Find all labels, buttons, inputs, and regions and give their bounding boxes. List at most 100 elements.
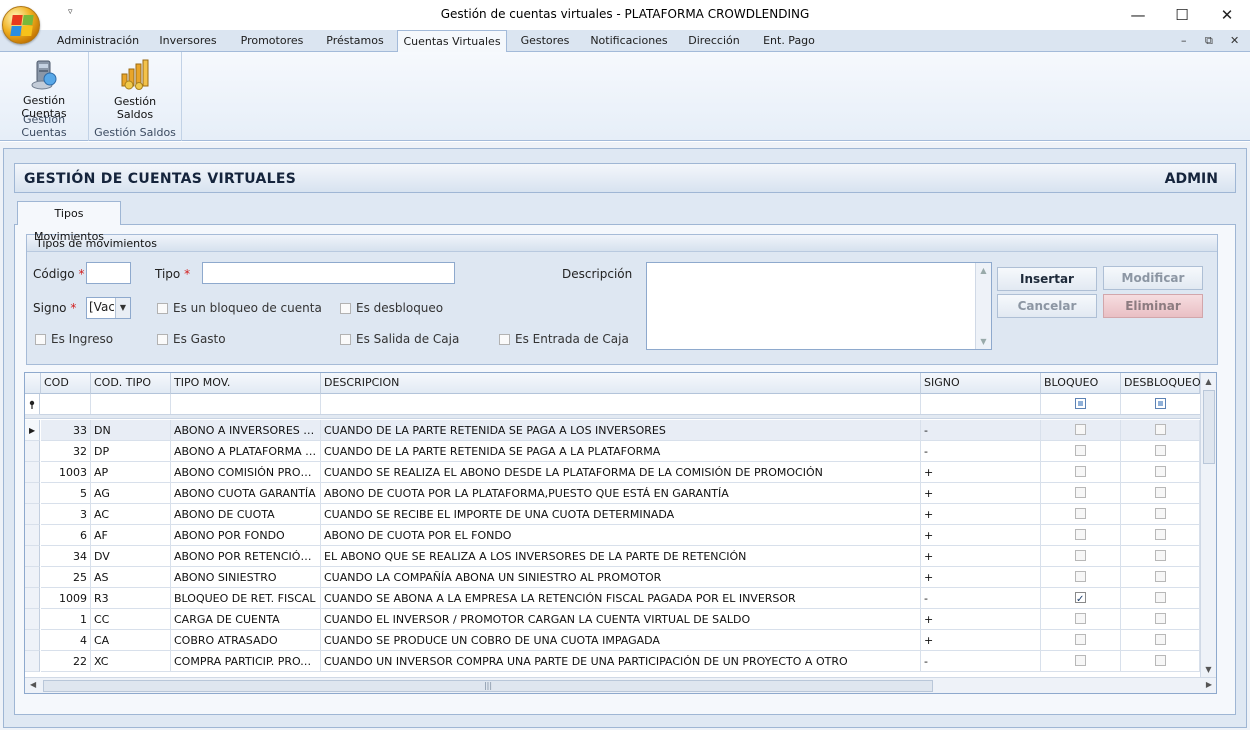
cell-cod[interactable]: 1009 (41, 588, 91, 609)
cell-cod[interactable]: 33 (41, 420, 91, 441)
cell-descripcion[interactable]: CUANDO DE LA PARTE RETENIDA SE PAGA A LA… (321, 441, 921, 462)
cell-signo[interactable]: + (921, 567, 1041, 588)
desbloqueo-checkbox[interactable] (1155, 508, 1166, 519)
bloqueo-checkbox[interactable] (1075, 550, 1086, 561)
scroll-up-icon[interactable]: ▲ (1201, 377, 1216, 386)
col-header-desbloqueo[interactable]: DESBLOQUEO (1121, 373, 1201, 394)
cancelar-button[interactable]: Cancelar (997, 294, 1097, 318)
row-selector[interactable] (25, 609, 40, 630)
cell-cod-tipo[interactable]: AF (91, 525, 171, 546)
bloqueo-checkbox[interactable] (1075, 424, 1086, 435)
cell-cod-tipo[interactable]: CA (91, 630, 171, 651)
grid-horizontal-scrollbar[interactable]: ◀ ||| ▶ (25, 677, 1216, 693)
tab-promotores[interactable]: Promotores (236, 30, 308, 52)
cell-signo[interactable]: + (921, 504, 1041, 525)
chevron-down-icon[interactable]: ▼ (115, 298, 130, 318)
filter-cod-input[interactable] (41, 394, 91, 414)
cell-descripcion[interactable]: CUANDO LA COMPAÑÍA ABONA UN SINIESTRO AL… (321, 567, 921, 588)
desbloqueo-checkbox[interactable] (1155, 466, 1166, 477)
bloqueo-checkbox[interactable] (1075, 529, 1086, 540)
gestion-saldos-button[interactable]: Gestión Saldos (95, 56, 175, 121)
cell-cod-tipo[interactable]: DN (91, 420, 171, 441)
cell-cod[interactable]: 1 (41, 609, 91, 630)
desbloqueo-checkbox[interactable] (1155, 550, 1166, 561)
entrada-caja-checkbox[interactable] (499, 334, 510, 345)
cell-cod[interactable]: 6 (41, 525, 91, 546)
modificar-button[interactable]: Modificar (1103, 266, 1203, 290)
horizontal-scroll-thumb[interactable]: ||| (43, 680, 933, 692)
cell-cod-tipo[interactable]: AP (91, 462, 171, 483)
row-selector[interactable] (25, 504, 40, 525)
tab-notificaciones[interactable]: Notificaciones (588, 30, 670, 52)
cell-cod[interactable]: 5 (41, 483, 91, 504)
filter-desbloqueo-checkbox[interactable] (1155, 398, 1166, 409)
cell-tipo-mov[interactable]: COMPRA PARTICIP. PROYECTO (171, 651, 321, 672)
col-header-signo[interactable]: SIGNO (921, 373, 1041, 394)
desbloqueo-checkbox[interactable] (1155, 634, 1166, 645)
cell-cod-tipo[interactable]: R3 (91, 588, 171, 609)
desbloqueo-checkbox[interactable] (1155, 529, 1166, 540)
row-selector[interactable] (25, 567, 40, 588)
mdi-restore-icon[interactable]: ⧉ (1205, 34, 1213, 48)
desbloqueo-checkbox[interactable] (1155, 655, 1166, 666)
bloqueo-checkbox[interactable] (157, 303, 168, 314)
desbloqueo-checkbox[interactable] (1155, 445, 1166, 456)
cell-cod-tipo[interactable]: DV (91, 546, 171, 567)
tab-prestamos[interactable]: Préstamos (320, 30, 390, 52)
cell-tipo-mov[interactable]: ABONO COMISIÓN PROMOCIÓN (171, 462, 321, 483)
cell-tipo-mov[interactable]: ABONO A PLATAFORMA (GAR) (171, 441, 321, 462)
filter-bloqueo-checkbox[interactable] (1075, 398, 1086, 409)
movements-grid[interactable]: COD COD. TIPO TIPO MOV. DESCRIPCION SIGN… (24, 372, 1217, 694)
tab-inversores[interactable]: Inversores (152, 30, 224, 52)
cell-descripcion[interactable]: CUANDO SE ABONA A LA EMPRESA LA RETENCIÓ… (321, 588, 921, 609)
cell-cod-tipo[interactable]: XC (91, 651, 171, 672)
cell-cod-tipo[interactable]: AG (91, 483, 171, 504)
cell-descripcion[interactable]: CUANDO SE REALIZA EL ABONO DESDE LA PLAT… (321, 462, 921, 483)
desbloqueo-checkbox[interactable] (1155, 571, 1166, 582)
bloqueo-checkbox[interactable] (1075, 634, 1086, 645)
cell-tipo-mov[interactable]: COBRO ATRASADO (171, 630, 321, 651)
grid-vertical-scrollbar[interactable]: ▲ ▼ (1200, 373, 1216, 678)
cell-signo[interactable]: + (921, 546, 1041, 567)
cell-descripcion[interactable]: CUANDO SE PRODUCE UN COBRO DE UNA CUOTA … (321, 630, 921, 651)
cell-signo[interactable]: + (921, 609, 1041, 630)
cell-descripcion[interactable]: CUANDO DE LA PARTE RETENIDA SE PAGA A LO… (321, 420, 921, 441)
desbloqueo-checkbox[interactable] (1155, 487, 1166, 498)
row-selector[interactable] (25, 525, 40, 546)
desbloqueo-checkbox[interactable] (1155, 424, 1166, 435)
cell-tipo-mov[interactable]: BLOQUEO DE RET. FISCAL (171, 588, 321, 609)
cell-signo[interactable]: - (921, 441, 1041, 462)
insertar-button[interactable]: Insertar (997, 267, 1097, 291)
cell-descripcion[interactable]: CUANDO EL INVERSOR / PROMOTOR CARGAN LA … (321, 609, 921, 630)
cell-cod-tipo[interactable]: DP (91, 441, 171, 462)
cell-cod[interactable]: 4 (41, 630, 91, 651)
gestion-cuentas-button[interactable]: Gestión Cuentas (6, 56, 82, 120)
close-icon[interactable]: ✕ (1207, 3, 1247, 27)
cell-descripcion[interactable]: ABONO DE CUOTA POR LA PLATAFORMA,PUESTO … (321, 483, 921, 504)
bloqueo-checkbox[interactable] (1075, 466, 1086, 477)
tipo-input[interactable] (202, 262, 455, 284)
filter-cod-tipo-input[interactable] (91, 394, 171, 414)
descripcion-textarea[interactable]: ▲ ▼ (646, 262, 992, 350)
cell-signo[interactable]: + (921, 483, 1041, 504)
scroll-down-icon[interactable]: ▼ (1201, 665, 1216, 674)
cell-cod[interactable]: 25 (41, 567, 91, 588)
scroll-up-icon[interactable]: ▲ (976, 266, 991, 275)
cell-tipo-mov[interactable]: ABONO CUOTA GARANTÍA (171, 483, 321, 504)
codigo-input[interactable] (86, 262, 131, 284)
scroll-left-icon[interactable]: ◀ (30, 680, 36, 689)
minimize-icon[interactable]: — (1118, 3, 1158, 27)
gasto-checkbox[interactable] (157, 334, 168, 345)
filter-descripcion-input[interactable] (321, 394, 921, 414)
bloqueo-checkbox[interactable] (1075, 655, 1086, 666)
cell-cod[interactable]: 34 (41, 546, 91, 567)
tab-cuentas-virtuales[interactable]: Cuentas Virtuales (397, 30, 507, 53)
app-menu-orb-icon[interactable] (2, 6, 40, 44)
col-header-descripcion[interactable]: DESCRIPCION (321, 373, 921, 394)
cell-tipo-mov[interactable]: CARGA DE CUENTA (171, 609, 321, 630)
row-selector[interactable]: ▶ (25, 420, 40, 441)
signo-select[interactable]: [Vac ▼ (86, 297, 131, 319)
row-selector[interactable] (25, 462, 40, 483)
cell-tipo-mov[interactable]: ABONO SINIESTRO (171, 567, 321, 588)
tab-tipos-movimientos[interactable]: Tipos Movimientos (17, 201, 121, 243)
